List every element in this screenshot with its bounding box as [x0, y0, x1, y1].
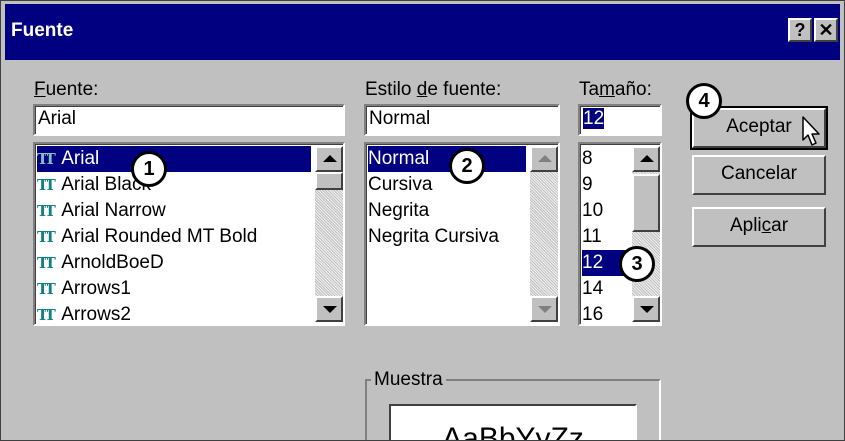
list-item[interactable]: Negrita [368, 198, 429, 224]
scroll-down-button[interactable] [530, 296, 558, 322]
size-scrollbar[interactable] [632, 146, 660, 322]
list-item[interactable]: TT Arial Narrow [37, 198, 166, 224]
cancel-button[interactable]: Cancelar [692, 155, 826, 195]
style-label: Estilo de fuente: [365, 79, 502, 100]
arrow-up-icon [323, 155, 337, 162]
callout-badge: 3 [619, 246, 655, 282]
callout-badge: 4 [686, 83, 722, 119]
list-item[interactable]: 9 [582, 172, 593, 198]
close-button[interactable]: ✕ [814, 18, 838, 42]
truetype-icon: TT [37, 176, 56, 194]
list-item[interactable]: 10 [582, 198, 603, 224]
arrow-down-icon [323, 306, 337, 313]
arrow-up-icon [538, 155, 552, 162]
truetype-icon: TT [37, 202, 56, 220]
truetype-icon: TT [37, 228, 56, 246]
list-item[interactable]: 14 [582, 276, 603, 302]
style-scrollbar[interactable] [530, 146, 558, 322]
scroll-down-button[interactable] [632, 296, 660, 322]
list-item[interactable]: 11 [582, 224, 602, 250]
truetype-icon: TT [37, 150, 56, 168]
apply-button[interactable]: Aplicar [692, 207, 826, 247]
font-label: Fuente: [34, 79, 99, 100]
size-list[interactable]: 8 9 10 11 12 14 16 [578, 142, 662, 326]
font-list[interactable]: TT Arial TT Arial Black TT Arial Narrow … [33, 142, 345, 326]
list-item[interactable]: TT Arial [37, 146, 311, 172]
list-item[interactable]: 16 [582, 302, 603, 324]
arrow-up-icon [640, 155, 654, 162]
font-name-input[interactable]: Arial [33, 104, 345, 136]
list-item[interactable]: 8 [582, 146, 593, 172]
sample-preview: AaBbYyZz [389, 404, 637, 440]
scroll-thumb[interactable] [315, 172, 343, 190]
list-item[interactable]: TT ArnoldBoeD [37, 250, 164, 276]
style-input[interactable]: Normal [364, 104, 560, 136]
truetype-icon: TT [37, 306, 56, 324]
arrow-down-icon [640, 306, 654, 313]
title-bar[interactable]: Fuente ? ✕ [5, 4, 840, 60]
list-item[interactable]: TT Arial Rounded MT Bold [37, 224, 257, 250]
window-title: Fuente [11, 20, 74, 41]
help-button[interactable]: ? [788, 18, 812, 42]
font-dialog: Fuente ? ✕ Fuente: Arial TT Arial TT Ari… [0, 0, 845, 441]
arrow-down-icon [538, 306, 552, 313]
callout-badge: 1 [131, 151, 167, 187]
list-item[interactable]: TT Arrows2 [37, 302, 131, 324]
truetype-icon: TT [37, 254, 56, 272]
size-label: Tamaño: [579, 79, 652, 100]
list-item[interactable]: Cursiva [368, 172, 432, 198]
list-item[interactable]: Normal [368, 146, 526, 172]
scroll-down-button[interactable] [315, 296, 343, 322]
scroll-up-button[interactable] [315, 146, 343, 172]
scroll-up-button[interactable] [632, 146, 660, 172]
scroll-thumb[interactable] [632, 174, 660, 232]
mouse-pointer-icon [802, 116, 820, 146]
list-item[interactable]: TT Arrows1 [37, 276, 131, 302]
callout-badge: 2 [449, 148, 485, 184]
scroll-up-button[interactable] [530, 146, 558, 172]
truetype-icon: TT [37, 280, 56, 298]
size-input-value: 12 [583, 108, 605, 129]
font-scrollbar[interactable] [315, 146, 343, 322]
size-input[interactable]: 12 [578, 104, 662, 136]
sample-label: Muestra [371, 369, 446, 391]
list-item[interactable]: Negrita Cursiva [368, 224, 499, 250]
